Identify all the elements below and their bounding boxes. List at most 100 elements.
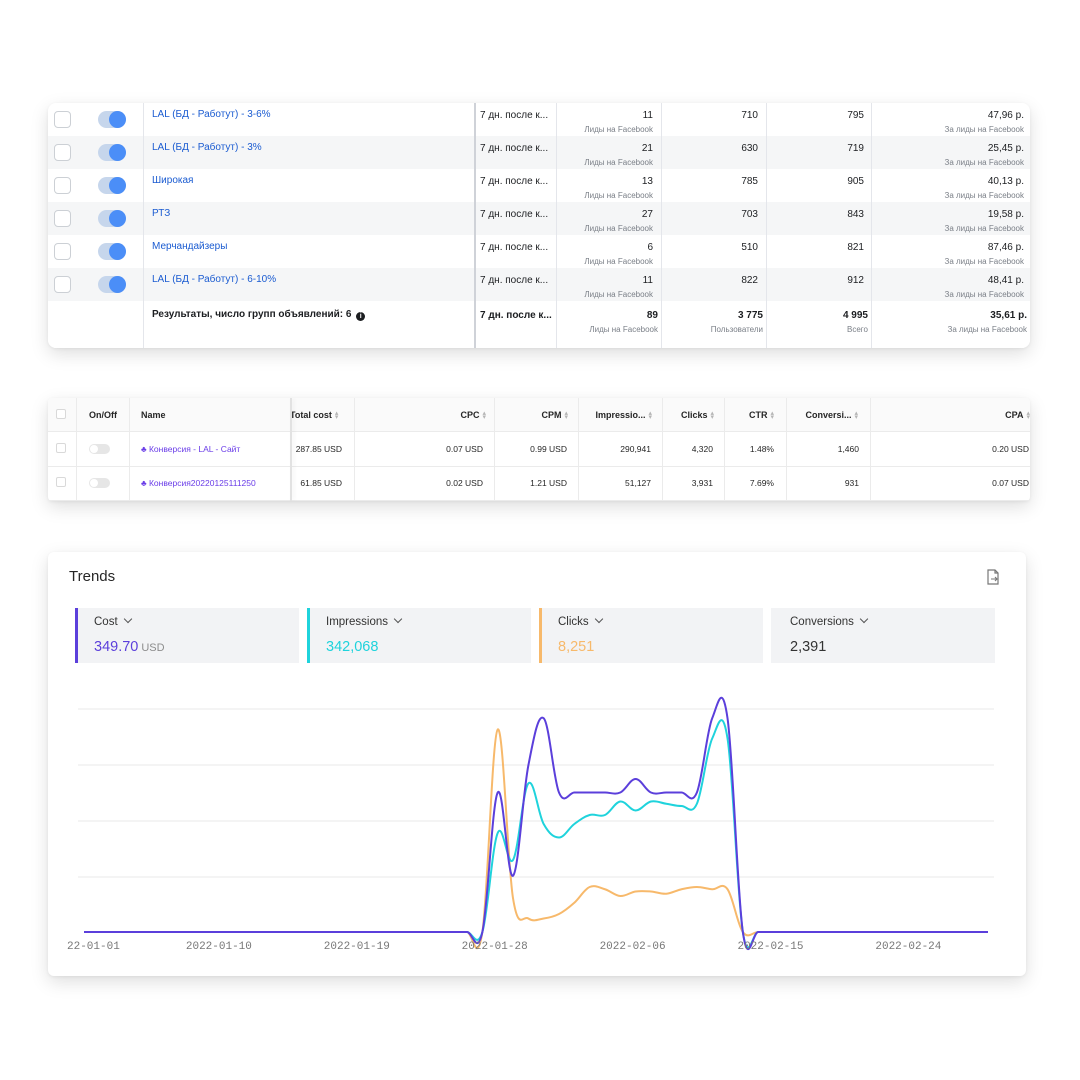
cost-per-result-cell: 87,46 р. За лиды на Facebook: [944, 242, 1024, 266]
attribution-setting: 7 дн. после к...: [480, 209, 549, 220]
adset-toggle[interactable]: [98, 111, 126, 128]
row-checkbox[interactable]: [54, 177, 71, 194]
table-row[interactable]: LAL (БД - Работут) - 6-10% 7 дн. после к…: [48, 268, 1030, 301]
row-checkbox[interactable]: [54, 144, 71, 161]
adset-name-link[interactable]: Широкая: [152, 175, 193, 186]
frozen-column-divider: [290, 398, 292, 501]
results-cell: 6 Лиды на Facebook: [584, 242, 653, 266]
kpi-card-clicks[interactable]: Clicks 8,251: [539, 608, 763, 663]
select-all-checkbox[interactable]: [56, 409, 66, 419]
column-divider: [76, 398, 77, 501]
row-checkbox[interactable]: [56, 477, 66, 487]
campaign-name-link[interactable]: ♣ Конверсия - LAL - Сайт: [141, 444, 240, 454]
kpi-metric-selector[interactable]: Cost: [94, 614, 132, 628]
table-row[interactable]: LAL (БД - Работут) - 3-6% 7 дн. после к.…: [48, 103, 1030, 136]
row-checkbox[interactable]: [56, 443, 66, 453]
sort-icon[interactable]: ▴ ▾: [564, 410, 568, 421]
sort-icon[interactable]: ▴ ▾: [482, 410, 486, 421]
table-row[interactable]: LAL (БД - Работут) - 3% 7 дн. после к...…: [48, 136, 1030, 169]
file-export-icon[interactable]: [986, 569, 1000, 585]
header-clicks[interactable]: Clicks ▴ ▾: [654, 410, 714, 421]
kpi-card-impressions[interactable]: Impressions 342,068: [307, 608, 531, 663]
header-cpc[interactable]: CPC ▴ ▾: [368, 410, 486, 421]
header-impressions[interactable]: Impressio... ▴ ▾: [570, 410, 652, 421]
cost-per-result-cell: 48,41 р. За лиды на Facebook: [944, 275, 1024, 299]
kpi-metric-selector[interactable]: Impressions: [326, 614, 403, 628]
kpi-value: 349.70 USD: [94, 639, 165, 655]
campaign-icon: ♣: [141, 478, 147, 488]
column-divider: [556, 103, 557, 348]
cpc-cell: 0.02 USD: [446, 478, 483, 488]
row-checkbox[interactable]: [54, 243, 71, 260]
series-line-clicks: [84, 728, 988, 950]
table-row[interactable]: ♣ Конверсия20220125111250 61.85 USD 0.02…: [48, 466, 1030, 501]
sort-icon[interactable]: ▴ ▾: [335, 410, 339, 421]
adset-name-link[interactable]: LAL (БД - Работут) - 6-10%: [152, 274, 276, 285]
kpi-color-bar: [307, 608, 310, 663]
header-conversions[interactable]: Conversi... ▴ ▾: [776, 410, 858, 421]
cpa-cell: 0.07 USD: [992, 478, 1029, 488]
kpi-metric-selector[interactable]: Clicks: [558, 614, 603, 628]
table-header: On/Off Name Total cost ▴ ▾ CPC ▴ ▾ CPM ▴ ▾ Imp…: [48, 398, 1030, 432]
attribution-setting: 7 дн. после к...: [480, 242, 549, 253]
results-total: 89 Лиды на Facebook: [589, 310, 658, 334]
adset-toggle[interactable]: [98, 144, 126, 161]
trends-title: Trends: [69, 568, 116, 585]
attribution-setting: 7 дн. после к...: [480, 110, 549, 121]
kpi-card-cost[interactable]: Cost 349.70 USD: [75, 608, 299, 663]
table-row[interactable]: РТЗ 7 дн. после к... 27 Лиды на Facebook …: [48, 202, 1030, 235]
adset-toggle[interactable]: [98, 243, 126, 260]
row-checkbox[interactable]: [54, 276, 71, 293]
column-divider: [870, 398, 871, 501]
results-cell: 11 Лиды на Facebook: [584, 275, 653, 299]
campaign-toggle[interactable]: [89, 444, 110, 454]
reach-cell: 710: [741, 110, 758, 121]
header-name[interactable]: Name: [141, 410, 166, 420]
adset-name-link[interactable]: LAL (БД - Работут) - 3%: [152, 142, 262, 153]
column-divider: [474, 103, 476, 348]
sort-icon[interactable]: ▴ ▾: [854, 410, 858, 421]
sort-icon[interactable]: ▴ ▾: [770, 410, 774, 421]
total-cost-cell: 61.85 USD: [300, 478, 342, 488]
campaign-toggle[interactable]: [89, 478, 110, 488]
cost-per-result-total: 35,61 р. За лиды на Facebook: [947, 310, 1027, 334]
header-cpa[interactable]: CPA ▴ ▾: [860, 410, 1030, 421]
impressions-cell: 51,127: [625, 478, 651, 488]
row-checkbox[interactable]: [54, 111, 71, 128]
chevron-down-icon: [393, 614, 403, 624]
kpi-card-conversions[interactable]: Conversions 2,391: [771, 608, 995, 663]
conversions-cell: 1,460: [837, 444, 859, 454]
row-checkbox[interactable]: [54, 210, 71, 227]
sort-icon[interactable]: ▴ ▾: [710, 410, 714, 421]
column-divider: [766, 103, 767, 348]
campaign-table: On/Off Name Total cost ▴ ▾ CPC ▴ ▾ CPM ▴ ▾ Imp…: [48, 398, 1030, 501]
adset-toggle[interactable]: [98, 210, 126, 227]
totals-label: Результаты, число групп объявлений: 6 i: [152, 309, 366, 321]
sort-icon[interactable]: ▴ ▾: [1026, 410, 1030, 421]
table-row[interactable]: ♣ Конверсия - LAL - Сайт 287.85 USD 0.07…: [48, 432, 1030, 467]
adset-name-link[interactable]: LAL (БД - Работут) - 3-6%: [152, 109, 271, 120]
adset-name-link[interactable]: РТЗ: [152, 208, 170, 219]
campaign-name-link[interactable]: ♣ Конверсия20220125111250: [141, 478, 256, 488]
adset-name-link[interactable]: Мерчандайзеры: [152, 241, 227, 252]
cpm-cell: 1.21 USD: [530, 478, 567, 488]
adset-toggle[interactable]: [98, 177, 126, 194]
kpi-color-bar: [75, 608, 78, 663]
column-divider: [578, 398, 579, 501]
sort-icon[interactable]: ▴ ▾: [648, 410, 652, 421]
info-icon[interactable]: i: [356, 312, 366, 321]
header-cpm[interactable]: CPM ▴ ▾: [488, 410, 568, 421]
kpi-color-bar: [771, 608, 774, 663]
attribution-setting: 7 дн. после к...: [480, 310, 552, 321]
cpm-cell: 0.99 USD: [530, 444, 567, 454]
table-row[interactable]: Широкая 7 дн. после к... 13 Лиды на Faceb…: [48, 169, 1030, 202]
adset-toggle[interactable]: [98, 276, 126, 293]
chevron-down-icon: [859, 614, 869, 624]
impressions-cell: 719: [847, 143, 864, 154]
header-total-cost[interactable]: Total cost ▴ ▾: [290, 410, 339, 421]
kpi-metric-selector[interactable]: Conversions: [790, 614, 869, 628]
x-tick-label: 2022-01-10: [186, 941, 252, 953]
results-cell: 21 Лиды на Facebook: [584, 143, 653, 167]
results-cell: 11 Лиды на Facebook: [584, 110, 653, 134]
table-row[interactable]: Мерчандайзеры 7 дн. после к... 6 Лиды на …: [48, 235, 1030, 268]
